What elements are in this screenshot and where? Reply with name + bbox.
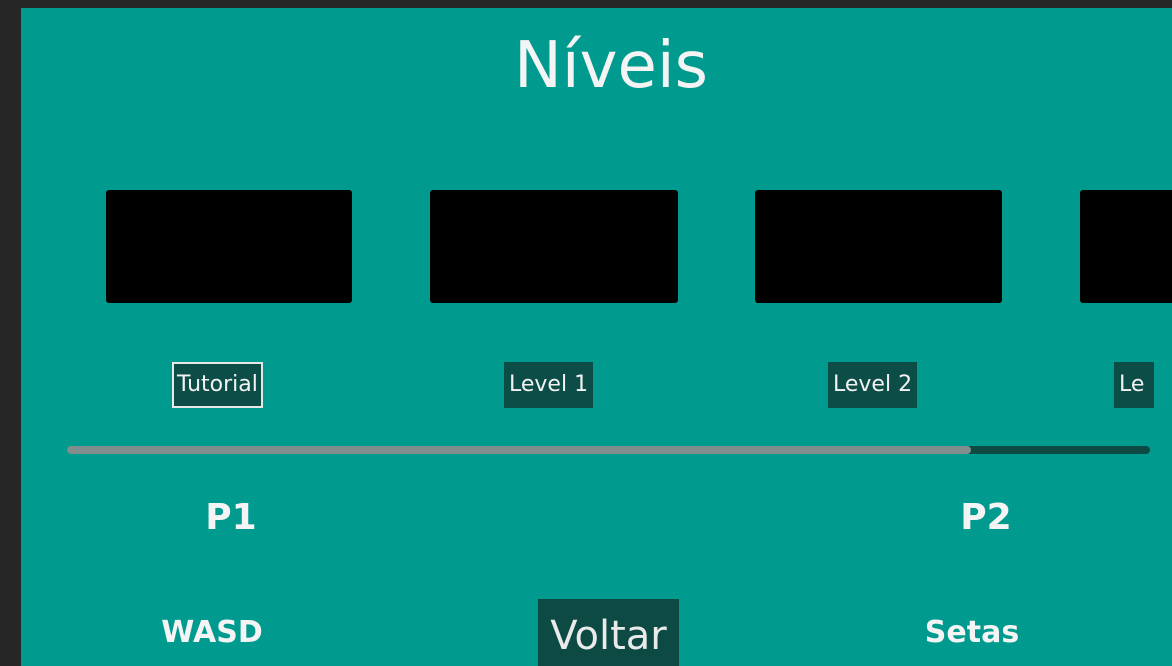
- player-1-label: P1: [205, 497, 257, 538]
- player-2-label: P2: [960, 497, 1012, 538]
- level-button-tutorial[interactable]: Tutorial: [172, 362, 263, 408]
- level-button-level-3[interactable]: Le: [1114, 362, 1154, 408]
- back-button[interactable]: Voltar: [538, 599, 679, 666]
- player-1-controls: WASD: [161, 615, 263, 650]
- level-thumbnail-level-3[interactable]: [1080, 190, 1172, 303]
- level-button-level-2[interactable]: Level 2: [828, 362, 918, 408]
- level-thumbnail-tutorial[interactable]: [106, 190, 352, 303]
- screen-title: Níveis: [513, 29, 709, 103]
- player-2-controls: Setas: [924, 615, 1020, 650]
- level-scrollbar-thumb[interactable]: [67, 446, 971, 454]
- level-thumbnail-level-2[interactable]: [755, 190, 1002, 303]
- level-button-level-1[interactable]: Level 1: [504, 362, 594, 408]
- level-scrollbar[interactable]: [67, 446, 1150, 454]
- level-select-screen: Níveis Tutorial Level 1 Level 2 Le P1 P2…: [21, 8, 1172, 666]
- level-thumbnail-level-1[interactable]: [430, 190, 678, 303]
